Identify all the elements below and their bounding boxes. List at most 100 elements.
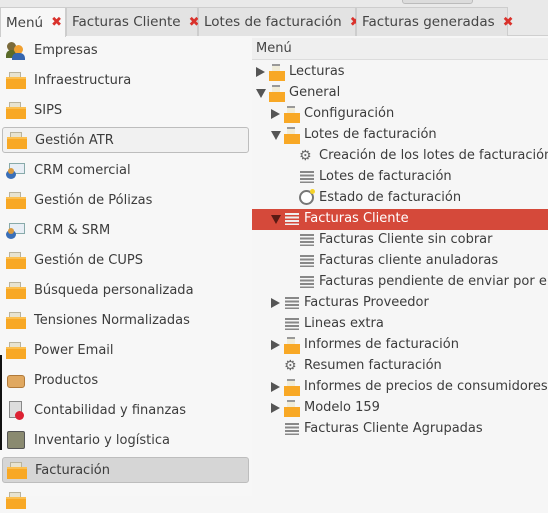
tree-row[interactable]: Estado de facturación xyxy=(252,188,548,209)
menu-item-label: Gestión de CUPS xyxy=(34,252,143,268)
menu-item-power-email[interactable]: Power Email xyxy=(2,337,249,363)
list-icon xyxy=(284,316,300,332)
tree-row[interactable]: Lotes de facturación xyxy=(252,167,548,188)
tree-row[interactable]: Facturas cliente anuladoras xyxy=(252,251,548,272)
gears-icon: ⚙ xyxy=(299,148,312,164)
tree-row[interactable]: Lineas extra xyxy=(252,314,548,335)
tree-row[interactable]: ⚙ Creación de los lotes de facturación xyxy=(252,146,548,167)
tree-row[interactable]: Facturas Cliente xyxy=(252,209,548,230)
tab-facturas-generadas[interactable]: Facturas generadas ✖ xyxy=(356,7,514,36)
tree-row[interactable]: Informes de facturación xyxy=(252,335,548,356)
collapsed-arrow-icon[interactable] xyxy=(271,340,280,350)
tree-row-label: General xyxy=(289,85,341,100)
list-icon xyxy=(299,274,315,290)
tree-row[interactable]: Modelo 159 xyxy=(252,398,548,419)
tree-row[interactable]: Facturas Cliente sin cobrar xyxy=(252,230,548,251)
folder-icon xyxy=(284,337,300,354)
folder-icon xyxy=(6,340,26,360)
tree-row-label: Lotes de facturación xyxy=(319,169,452,184)
expanded-arrow-icon[interactable] xyxy=(256,89,266,98)
list-icon xyxy=(299,169,315,185)
tree-row[interactable]: Lecturas xyxy=(252,62,548,83)
tree-row-label: Facturas Cliente Agrupadas xyxy=(304,421,483,436)
menu-item-crm-srm[interactable]: CRM & SRM xyxy=(2,217,249,243)
menu-item-tensiones-normalizadas[interactable]: Tensiones Normalizadas xyxy=(2,307,249,333)
gears-icon: ⚙ xyxy=(284,358,297,374)
expanded-arrow-icon[interactable] xyxy=(271,131,281,140)
menu-item-bu-squeda-personalizada[interactable]: Búsqueda personalizada xyxy=(2,277,249,303)
users-icon xyxy=(6,40,26,60)
menu-item-sips[interactable]: SIPS xyxy=(2,97,249,123)
clock-icon xyxy=(299,189,315,206)
toolbar-button[interactable] xyxy=(402,0,473,4)
menu-item-contabilidad-y-finanzas[interactable]: Contabilidad y finanzas xyxy=(2,397,249,423)
menu-item-crm-comercial[interactable]: CRM comercial xyxy=(2,157,249,183)
tree-row-label: Estado de facturación xyxy=(319,190,462,205)
menu-tree-panel: Menú Lecturas General Configuración Lotes d… xyxy=(252,38,548,496)
tab-facturas-cliente[interactable]: Facturas Cliente ✖ xyxy=(66,7,200,36)
folder-icon xyxy=(6,280,26,300)
menu-item-label: CRM comercial xyxy=(34,162,131,178)
tree-row-label: Lotes de facturación xyxy=(304,127,437,142)
tree-row-label: Configuración xyxy=(304,106,395,121)
tab-label: Menú xyxy=(6,14,44,31)
menu-item-infraestructura[interactable]: Infraestructura xyxy=(2,67,249,93)
menu-item-gestio-n-de-po-lizas[interactable]: Gestión de Pólizas xyxy=(2,187,249,213)
main-menu-panel: Empresas Infraestructura SIPS Gestión ATR CR… xyxy=(0,36,252,509)
tree-row-label: Facturas pendiente de enviar por email xyxy=(319,274,548,289)
folder-icon xyxy=(6,70,26,90)
close-icon[interactable]: ✖ xyxy=(503,15,514,30)
tree-row[interactable]: Facturas Cliente Agrupadas xyxy=(252,419,548,440)
menu-item-partial[interactable] xyxy=(2,487,249,513)
tab-label: Facturas generadas xyxy=(362,14,495,30)
menu-item-label: Power Email xyxy=(34,342,114,358)
menu-item-label: Productos xyxy=(34,372,99,388)
menu-item-label: Infraestructura xyxy=(34,72,132,88)
tree-row[interactable]: Facturas pendiente de enviar por email xyxy=(252,272,548,293)
menu-item-productos[interactable]: Productos xyxy=(2,367,249,393)
tree-row[interactable]: Facturas Proveedor xyxy=(252,293,548,314)
collapsed-arrow-icon[interactable] xyxy=(271,382,280,392)
tree-header: Menú xyxy=(252,38,548,60)
tree-row[interactable]: Configuración xyxy=(252,104,548,125)
tree-row[interactable]: General xyxy=(252,83,548,104)
menu-item-inventario-y-logi-stica[interactable]: Inventario y logística xyxy=(2,427,249,453)
tab-men-[interactable]: Menú ✖ xyxy=(0,7,66,37)
folder-icon xyxy=(6,190,26,210)
collapsed-arrow-icon[interactable] xyxy=(271,109,280,119)
tab-label: Lotes de facturación xyxy=(204,14,342,30)
menu-item-gestio-n-de-cups[interactable]: Gestión de CUPS xyxy=(2,247,249,273)
menu-item-label: Gestión ATR xyxy=(35,132,114,148)
folder-icon xyxy=(7,460,27,480)
list-icon xyxy=(299,253,315,269)
menu-item-label: Inventario y logística xyxy=(34,432,170,448)
tree-row-label: Lecturas xyxy=(289,64,345,79)
list-icon xyxy=(284,421,300,437)
tree-row[interactable]: Lotes de facturación xyxy=(252,125,548,146)
tab-lotes-de-facturaci-n[interactable]: Lotes de facturación✖ xyxy=(198,7,361,36)
list-icon xyxy=(284,295,300,311)
menu-item-gestio-n-atr[interactable]: Gestión ATR xyxy=(2,127,249,153)
crm-icon xyxy=(6,220,26,240)
menu-item-label: Tensiones Normalizadas xyxy=(34,312,190,328)
menu-item-facturacio-n[interactable]: Facturación xyxy=(2,457,249,483)
tree-row[interactable]: ⚙ Resumen facturación xyxy=(252,356,548,377)
collapsed-arrow-icon[interactable] xyxy=(256,67,265,77)
folder-icon xyxy=(6,100,26,120)
folder-icon xyxy=(6,250,26,270)
tree-row[interactable]: Informes de precios de consumidores xyxy=(252,377,548,398)
folder-icon xyxy=(6,310,26,330)
inventory-icon xyxy=(6,430,26,450)
close-icon[interactable]: ✖ xyxy=(51,15,62,30)
collapsed-arrow-icon[interactable] xyxy=(271,403,280,413)
collapsed-arrow-icon[interactable] xyxy=(271,298,280,308)
folder-icon xyxy=(284,379,300,396)
menu-item-empresas[interactable]: Empresas xyxy=(2,37,249,63)
menu-item-label: Empresas xyxy=(34,42,98,58)
menu-item-label: Gestión de Pólizas xyxy=(34,192,153,208)
tree-row-label: Facturas Cliente xyxy=(304,211,409,226)
folder-icon xyxy=(269,85,285,102)
tree-row-label: Informes de precios de consumidores xyxy=(304,379,548,394)
expanded-arrow-icon[interactable] xyxy=(271,215,281,224)
divider xyxy=(0,355,2,450)
